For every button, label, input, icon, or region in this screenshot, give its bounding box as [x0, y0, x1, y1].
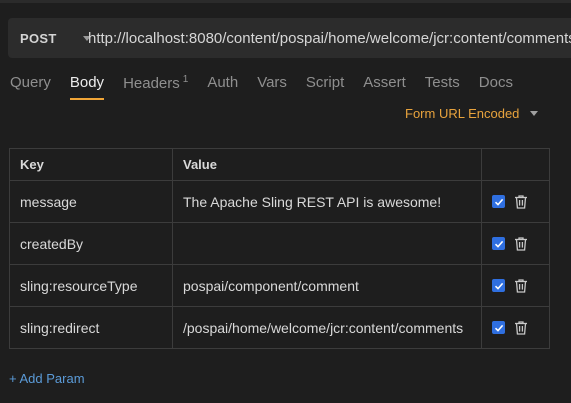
- tab-docs[interactable]: Docs: [479, 74, 513, 100]
- trash-icon[interactable]: [513, 278, 529, 294]
- param-value-cell[interactable]: The Apache Sling REST API is awesome!: [172, 180, 482, 223]
- tab-query[interactable]: Query: [10, 74, 51, 100]
- param-key-cell[interactable]: createdBy: [9, 222, 173, 265]
- tab-vars[interactable]: Vars: [257, 74, 287, 100]
- body-mode-dropdown[interactable]: Form URL Encoded: [405, 106, 539, 121]
- request-url-bar: POST http://localhost:8080/content/pospa…: [8, 18, 571, 58]
- add-param-button[interactable]: + Add Param: [9, 371, 85, 386]
- tab-headers[interactable]: Headers 1: [123, 74, 188, 100]
- tab-assert[interactable]: Assert: [363, 74, 406, 100]
- param-value-cell[interactable]: /pospai/home/welcome/jcr:content/comment…: [172, 306, 482, 349]
- trash-icon[interactable]: [513, 236, 529, 252]
- tab-script[interactable]: Script: [306, 74, 344, 100]
- row-actions: [481, 222, 550, 265]
- tab-tests[interactable]: Tests: [425, 74, 460, 100]
- request-tabs: Query Body Headers 1 Auth Vars Script Ass…: [10, 74, 532, 100]
- value-column-header: Value: [172, 148, 482, 181]
- tab-auth[interactable]: Auth: [207, 74, 238, 100]
- checkbox-checked-icon[interactable]: [492, 279, 505, 292]
- param-value-cell[interactable]: [172, 222, 482, 265]
- form-params-table: Key Value message The Apache Sling REST …: [9, 148, 550, 349]
- checkbox-checked-icon[interactable]: [492, 237, 505, 250]
- table-row: sling:redirect /pospai/home/welcome/jcr:…: [9, 306, 550, 349]
- window-top-edge: [0, 0, 571, 3]
- table-row: sling:resourceType pospai/component/comm…: [9, 264, 550, 307]
- body-mode-label: Form URL Encoded: [405, 106, 520, 121]
- actions-column-header: [481, 148, 550, 181]
- method-select[interactable]: POST: [8, 30, 91, 46]
- headers-count-badge: 1: [182, 74, 189, 85]
- checkbox-checked-icon[interactable]: [492, 195, 505, 208]
- row-actions: [481, 306, 550, 349]
- param-key-cell[interactable]: sling:redirect: [9, 306, 173, 349]
- table-row: message The Apache Sling REST API is awe…: [9, 180, 550, 223]
- row-actions: [481, 180, 550, 223]
- trash-icon[interactable]: [513, 320, 529, 336]
- tab-body[interactable]: Body: [69, 74, 105, 100]
- method-label: POST: [20, 30, 57, 46]
- key-column-header: Key: [9, 148, 173, 181]
- row-actions: [481, 264, 550, 307]
- param-value-cell[interactable]: pospai/component/comment: [172, 264, 482, 307]
- checkbox-checked-icon[interactable]: [492, 321, 505, 334]
- table-header-row: Key Value: [9, 148, 550, 181]
- chevron-down-icon: [530, 111, 539, 116]
- table-row: createdBy: [9, 222, 550, 265]
- param-key-cell[interactable]: sling:resourceType: [9, 264, 173, 307]
- param-key-cell[interactable]: message: [9, 180, 173, 223]
- trash-icon[interactable]: [513, 194, 529, 210]
- url-input[interactable]: http://localhost:8080/content/pospai/hom…: [88, 30, 571, 47]
